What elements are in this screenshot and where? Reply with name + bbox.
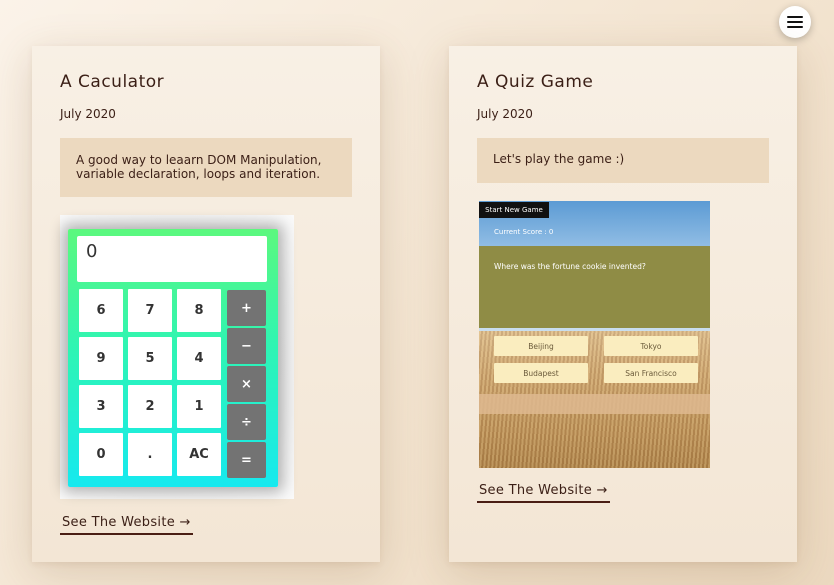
calculator-preview: 0 6 7 8 9 5 4 3 2 1 0 . AC + − × ÷ =	[68, 229, 278, 487]
project-description: A good way to leaarn DOM Manipulation, v…	[60, 138, 352, 197]
calc-op-plus: +	[227, 290, 266, 326]
calc-op-equals: =	[227, 442, 266, 478]
calc-key-decimal: .	[128, 433, 172, 476]
calc-key-5: 5	[128, 337, 172, 380]
quiz-question-panel: Where was the fortune cookie invented?	[479, 246, 710, 328]
calc-key-clear: AC	[177, 433, 221, 476]
calc-key-4: 4	[177, 337, 221, 380]
quiz-answer: Beijing	[494, 336, 588, 356]
project-date: July 2020	[477, 107, 533, 121]
calc-op-divide: ÷	[227, 404, 266, 440]
calc-key-6: 6	[79, 289, 123, 332]
project-card-quiz: A Quiz Game July 2020 Let's play the gam…	[449, 46, 797, 562]
project-description: Let's play the game :)	[477, 138, 769, 183]
calc-key-9: 9	[79, 337, 123, 380]
project-preview-image: 0 6 7 8 9 5 4 3 2 1 0 . AC + − × ÷ =	[60, 215, 294, 499]
calc-key-1: 1	[177, 385, 221, 428]
quiz-answer: San Francisco	[604, 363, 698, 383]
quiz-answer: Tokyo	[604, 336, 698, 356]
quiz-score: Current Score : 0	[494, 228, 554, 236]
project-title: A Caculator	[60, 72, 165, 92]
project-preview-image: Start New Game Current Score : 0 Where w…	[479, 201, 710, 468]
calc-key-8: 8	[177, 289, 221, 332]
see-website-link-quiz[interactable]: See The Website →	[477, 483, 610, 503]
quiz-start-button: Start New Game	[479, 202, 549, 218]
quiz-band	[479, 394, 710, 414]
see-website-link-calculator[interactable]: See The Website →	[60, 515, 193, 535]
hamburger-menu-icon	[787, 16, 803, 28]
quiz-question: Where was the fortune cookie invented?	[494, 262, 646, 271]
project-date: July 2020	[60, 107, 116, 121]
calc-key-2: 2	[128, 385, 172, 428]
project-card-calculator: A Caculator July 2020 A good way to leaa…	[32, 46, 380, 562]
calc-key-7: 7	[128, 289, 172, 332]
calc-op-multiply: ×	[227, 366, 266, 402]
calc-key-3: 3	[79, 385, 123, 428]
calc-op-minus: −	[227, 328, 266, 364]
quiz-answer: Budapest	[494, 363, 588, 383]
calc-key-0: 0	[79, 433, 123, 476]
menu-button[interactable]	[779, 6, 811, 38]
calculator-display: 0	[77, 236, 267, 282]
project-title: A Quiz Game	[477, 72, 594, 92]
